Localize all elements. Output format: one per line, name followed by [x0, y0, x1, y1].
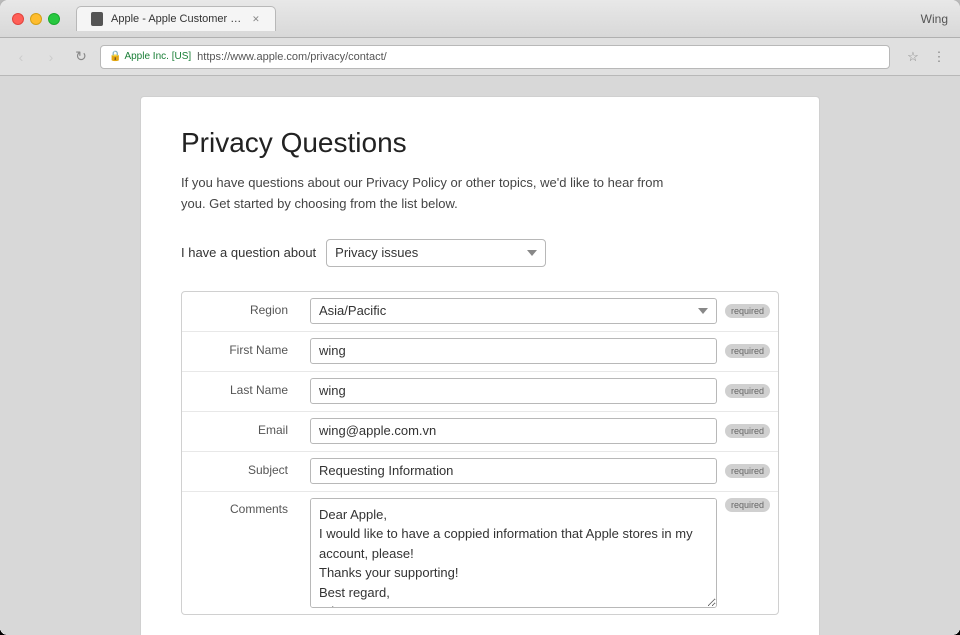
subject-row: Subject required	[182, 452, 778, 492]
firstname-input[interactable]	[310, 338, 717, 364]
lock-icon: 🔒	[109, 51, 121, 62]
tab-close-button[interactable]: ✕	[251, 13, 261, 25]
comments-required-badge: required	[725, 498, 770, 512]
contact-form: Region Asia/Pacific required First Name …	[181, 291, 779, 615]
email-row: Email required	[182, 412, 778, 452]
region-field: Asia/Pacific required	[302, 292, 778, 330]
ssl-badge: 🔒 Apple Inc. [US]	[109, 51, 191, 62]
subject-label: Subject	[182, 452, 302, 487]
menu-icon[interactable]: ⋮	[928, 46, 950, 68]
bookmark-icon[interactable]: ☆	[902, 46, 924, 68]
browser-tab[interactable]: Apple - Apple Customer Priva... ✕	[76, 6, 276, 31]
firstname-required-badge: required	[725, 344, 770, 358]
question-row: I have a question about Privacy issues	[181, 239, 779, 267]
subject-required-badge: required	[725, 464, 770, 478]
firstname-field: required	[302, 332, 778, 370]
back-button[interactable]: ‹	[10, 46, 32, 68]
subject-input[interactable]	[310, 458, 717, 484]
email-required-badge: required	[725, 424, 770, 438]
region-required-badge: required	[725, 304, 770, 318]
content-card: Privacy Questions If you have questions …	[140, 96, 820, 635]
page-title: Privacy Questions	[181, 127, 779, 159]
lastname-input[interactable]	[310, 378, 717, 404]
title-bar: Apple - Apple Customer Priva... ✕ Wing	[0, 0, 960, 38]
page-description: If you have questions about our Privacy …	[181, 173, 681, 215]
tab-title: Apple - Apple Customer Priva...	[111, 13, 243, 25]
maximize-button[interactable]	[48, 13, 60, 25]
region-select[interactable]: Asia/Pacific	[310, 298, 717, 324]
firstname-label: First Name	[182, 332, 302, 367]
tab-favicon	[91, 12, 103, 26]
lastname-row: Last Name required	[182, 372, 778, 412]
comments-textarea[interactable]: Dear Apple, I would like to have a coppi…	[310, 498, 717, 608]
minimize-button[interactable]	[30, 13, 42, 25]
region-label: Region	[182, 292, 302, 327]
address-actions: ☆ ⋮	[902, 46, 950, 68]
address-input[interactable]: 🔒 Apple Inc. [US] https://www.apple.com/…	[100, 45, 890, 69]
window-title: Wing	[921, 12, 948, 26]
region-row: Region Asia/Pacific required	[182, 292, 778, 332]
browser-window: Apple - Apple Customer Priva... ✕ Wing ‹…	[0, 0, 960, 635]
email-input[interactable]	[310, 418, 717, 444]
email-field: required	[302, 412, 778, 450]
lastname-label: Last Name	[182, 372, 302, 407]
email-label: Email	[182, 412, 302, 447]
comments-field: Dear Apple, I would like to have a coppi…	[302, 492, 778, 614]
url-text: https://www.apple.com/privacy/contact/	[197, 51, 387, 63]
lastname-field: required	[302, 372, 778, 410]
company-badge: Apple Inc. [US]	[124, 51, 191, 62]
traffic-lights	[12, 13, 60, 25]
address-bar: ‹ › ↻ 🔒 Apple Inc. [US] https://www.appl…	[0, 38, 960, 76]
comments-row: Comments Dear Apple, I would like to hav…	[182, 492, 778, 614]
forward-button[interactable]: ›	[40, 46, 62, 68]
close-button[interactable]	[12, 13, 24, 25]
firstname-row: First Name required	[182, 332, 778, 372]
lastname-required-badge: required	[725, 384, 770, 398]
subject-field: required	[302, 452, 778, 490]
page-content: Privacy Questions If you have questions …	[0, 76, 960, 635]
question-dropdown[interactable]: Privacy issues	[326, 239, 546, 267]
comments-label: Comments	[182, 492, 302, 526]
question-label: I have a question about	[181, 245, 316, 260]
reload-button[interactable]: ↻	[70, 46, 92, 68]
tab-bar: Apple - Apple Customer Priva... ✕	[76, 6, 921, 31]
